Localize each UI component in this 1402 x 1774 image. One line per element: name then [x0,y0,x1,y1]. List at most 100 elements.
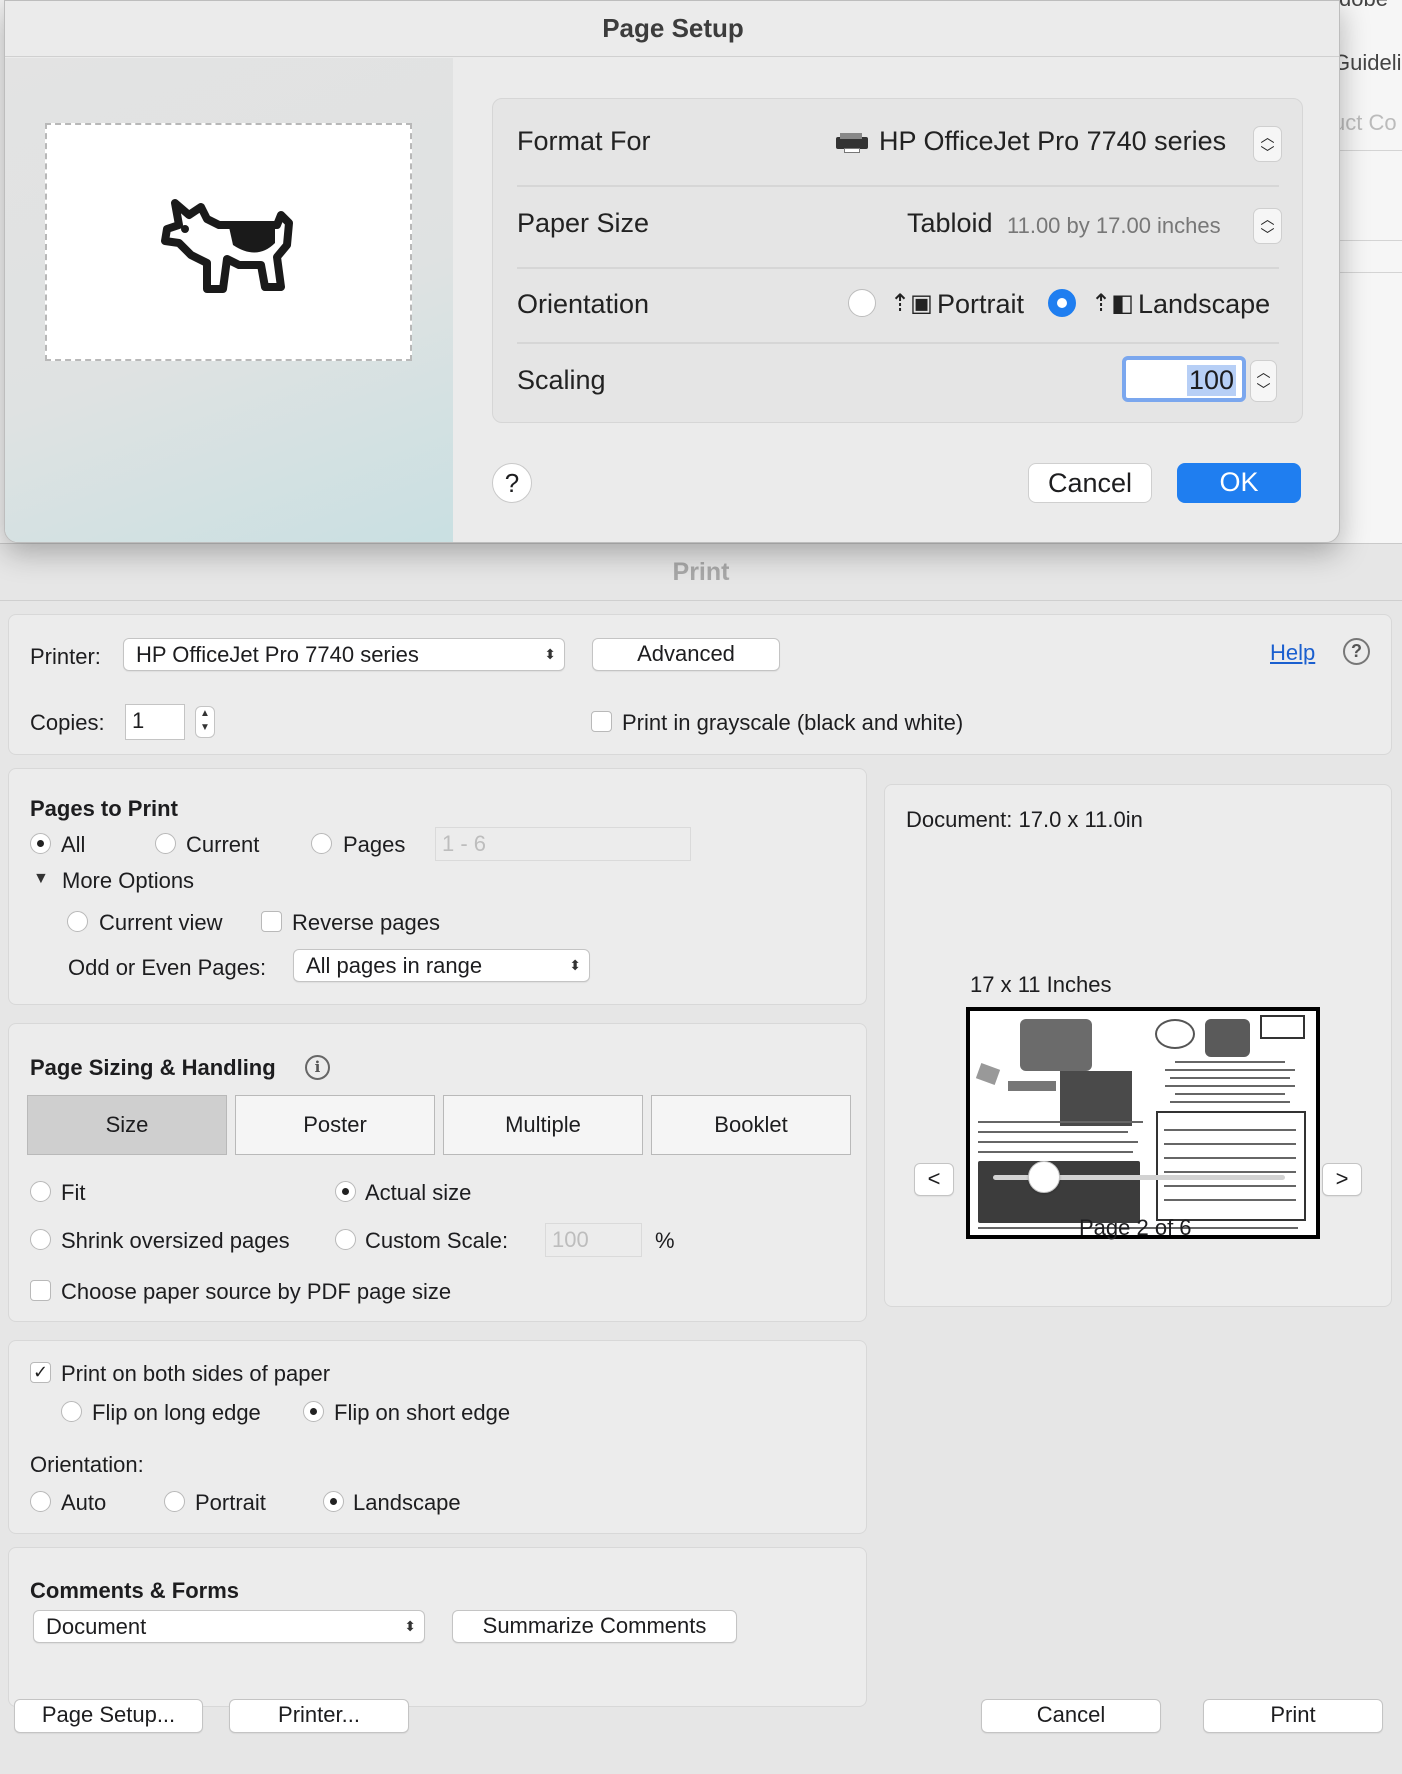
page-sizing-panel: Page Sizing & Handling i Size Poster Mul… [8,1023,867,1322]
short-edge-radio[interactable] [303,1401,324,1422]
background-text: uct Co [1333,110,1397,135]
summarize-comments-button[interactable]: Summarize Comments [452,1610,737,1643]
more-options-label[interactable]: More Options [62,870,194,892]
page-slider-thumb[interactable] [1028,1161,1061,1193]
scaling-stepper[interactable]: ︿ ﹀ [1250,360,1277,402]
background-text: Guideli [1333,50,1402,75]
copies-stepper[interactable]: ▲ ▼ [195,706,215,738]
orientation-auto-radio[interactable] [30,1491,51,1512]
paper-preview [45,123,412,361]
page-setup-ok-button[interactable]: OK [1177,463,1301,503]
shrink-radio[interactable] [30,1229,51,1250]
comments-forms-panel: Comments & Forms Document ⬍ Summarize Co… [8,1547,867,1707]
comments-forms-select[interactable]: Document ⬍ [33,1610,425,1643]
previous-page-button[interactable]: < [914,1163,954,1196]
format-for-popup-button[interactable]: ︿ ﹀ [1253,126,1282,162]
custom-scale-field[interactable]: 100 [545,1223,642,1257]
tab-poster[interactable]: Poster [235,1095,435,1155]
printer-button[interactable]: Printer... [229,1699,409,1733]
paper-size-value[interactable]: Tabloid [907,210,993,237]
pages-all-label: All [61,832,86,857]
custom-scale-label: Custom Scale: [365,1228,509,1253]
next-page-button[interactable]: > [1322,1163,1362,1196]
reverse-pages-label: Reverse pages [292,910,440,935]
odd-even-select-value: All pages in range [306,953,483,978]
updown-chevron-icon: ⬍ [569,957,581,973]
printer-select[interactable]: HP OfficeJet Pro 7740 series ⬍ [123,638,565,671]
help-icon[interactable]: ? [1343,638,1370,665]
fit-label: Fit [61,1180,86,1205]
actual-size-radio[interactable] [335,1181,356,1202]
scaling-value: 100 [1186,365,1236,396]
printer-icon [836,133,870,153]
pages-current-radio[interactable] [155,833,176,854]
paper-source-label: Choose paper source by PDF page size [61,1279,452,1304]
grayscale-label: Print in grayscale (black and white) [622,710,964,735]
tab-multiple[interactable]: Multiple [443,1095,643,1155]
printer-select-value: HP OfficeJet Pro 7740 series [136,642,419,667]
page-setup-title: Page Setup [5,1,1339,57]
long-edge-label: Flip on long edge [92,1400,261,1425]
pages-all-radio[interactable] [30,833,51,854]
paper-size-label: 17 x 11 Inches [970,972,1112,997]
page-setup-dialog: Page Setup Format For HP OfficeJet Pro 7… [4,0,1340,543]
print-dialog: Print Printer: HP OfficeJet Pro 7740 ser… [0,543,1402,1774]
landscape-orientation-icon: ⇡◧ [1091,290,1134,317]
format-for-value[interactable]: HP OfficeJet Pro 7740 series [879,128,1226,155]
copies-label: Copies: [30,710,105,735]
printer-label: Printer: [30,644,101,669]
paper-size-label: Paper Size [517,208,650,238]
long-edge-radio[interactable] [61,1401,82,1422]
paper-source-checkbox[interactable] [30,1280,51,1301]
landscape-radio[interactable] [1048,289,1076,317]
portrait-radio[interactable] [848,289,876,317]
portrait-label: Portrait [937,289,1025,319]
updown-chevron-icon: ⬍ [404,1618,416,1634]
comments-forms-select-value: Document [46,1614,147,1639]
print-button[interactable]: Print [1203,1699,1383,1733]
advanced-button[interactable]: Advanced [592,638,780,671]
portrait-orientation-icon: ⇡▣ [890,290,933,317]
orientation-portrait-label: Portrait [195,1490,266,1515]
current-view-radio[interactable] [67,911,88,932]
document-size-label: Document: 17.0 x 11.0in [906,807,1143,832]
both-sides-checkbox[interactable]: ✓ [30,1362,51,1383]
page-sizing-title: Page Sizing & Handling [30,1055,276,1080]
grayscale-checkbox[interactable] [591,711,612,732]
short-edge-label: Flip on short edge [334,1400,511,1425]
pages-range-radio[interactable] [311,833,332,854]
paper-size-popup-button[interactable]: ︿ ﹀ [1253,208,1282,244]
copies-field[interactable]: 1 [125,704,185,740]
orientation-landscape-radio[interactable] [323,1491,344,1512]
preview-panel: Document: 17.0 x 11.0in 17 x 11 Inches <… [884,784,1392,1307]
pages-range-field[interactable]: 1 - 6 [435,827,691,861]
dogcow-icon [161,199,293,293]
page-setup-button[interactable]: Page Setup... [14,1699,203,1733]
paper-size-detail: 11.00 by 17.00 inches [1007,213,1221,238]
custom-scale-radio[interactable] [335,1229,356,1250]
odd-even-select[interactable]: All pages in range ⬍ [293,949,590,982]
page-info-label: Page 2 of 6 [1079,1215,1192,1240]
help-button[interactable]: ? [492,463,532,503]
help-link[interactable]: Help [1270,640,1315,666]
tab-size[interactable]: Size [27,1095,227,1155]
reverse-pages-checkbox[interactable] [261,911,282,932]
fit-radio[interactable] [30,1181,51,1202]
page-setup-cancel-button[interactable]: Cancel [1028,463,1152,503]
format-for-label: Format For [517,126,651,156]
info-icon[interactable]: i [305,1055,330,1080]
pages-current-label: Current [186,832,260,857]
orientation-portrait-radio[interactable] [164,1491,185,1512]
disclosure-triangle-icon[interactable]: ▼ [33,870,49,888]
page-setup-options: Format For HP OfficeJet Pro 7740 series … [492,98,1303,423]
page-preview-thumbnail [966,1007,1320,1239]
tab-booklet[interactable]: Booklet [651,1095,851,1155]
scaling-label: Scaling [517,365,606,395]
duplex-panel: ✓ Print on both sides of paper Flip on l… [8,1340,867,1534]
orientation-landscape-label: Landscape [353,1490,461,1515]
scaling-field[interactable]: 100 [1122,356,1246,402]
pages-range-label: Pages [343,832,406,857]
print-dialog-title: Print [0,544,1402,601]
print-cancel-button[interactable]: Cancel [981,1699,1161,1733]
odd-even-label: Odd or Even Pages: [68,955,267,980]
